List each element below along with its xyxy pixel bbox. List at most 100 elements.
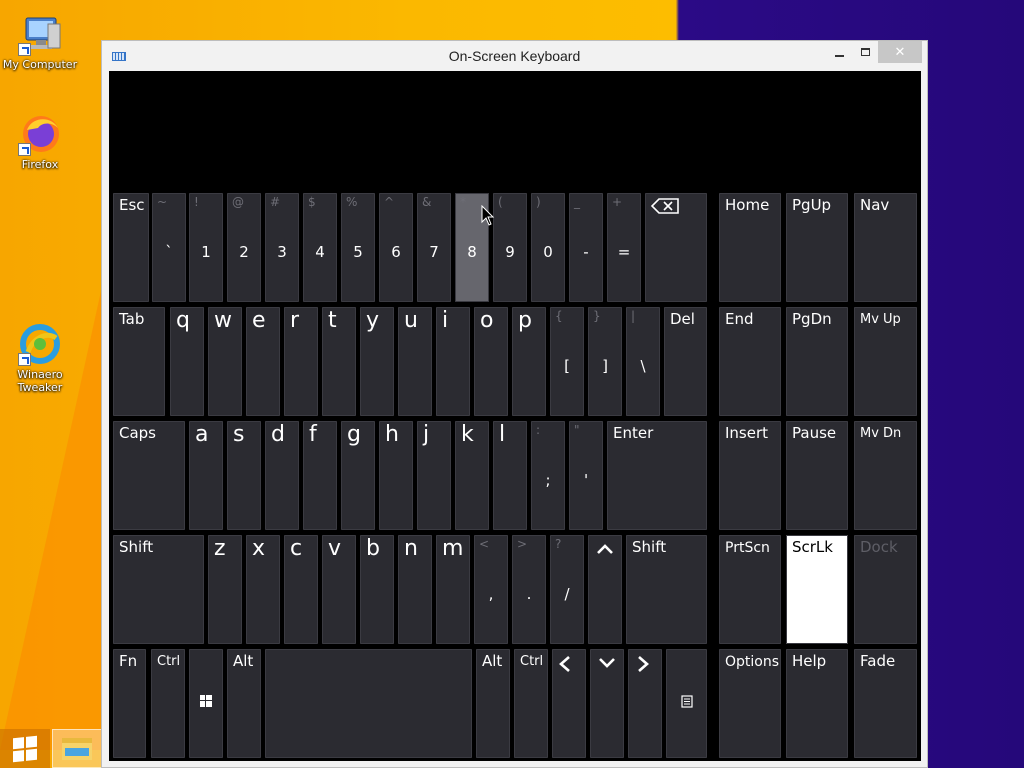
close-button[interactable]: ✕	[878, 41, 922, 63]
key-f[interactable]: f	[303, 421, 337, 530]
key-6[interactable]: ^ 6	[379, 193, 413, 302]
key-label: Del	[670, 310, 695, 328]
desktop-icon-firefox[interactable]: Firefox	[0, 112, 80, 171]
key-p[interactable]: p	[512, 307, 546, 416]
key-fn[interactable]: Fn	[113, 649, 146, 758]
key-label: r	[290, 308, 300, 333]
key-label: Pause	[792, 424, 837, 442]
key-left-bracket[interactable]: { [	[550, 307, 584, 416]
key-shift-label: _	[574, 195, 580, 209]
key-ctrl-right[interactable]: Ctrl	[514, 649, 548, 758]
key-y[interactable]: y	[360, 307, 394, 416]
key-insert[interactable]: Insert	[719, 421, 781, 530]
key-options[interactable]: Options	[719, 649, 781, 758]
key-9[interactable]: ( 9	[493, 193, 527, 302]
key-d[interactable]: d	[265, 421, 299, 530]
key-tab[interactable]: Tab	[113, 307, 165, 416]
key-scrlk[interactable]: ScrLk	[786, 535, 848, 644]
key-3[interactable]: # 3	[265, 193, 299, 302]
key-esc[interactable]: Esc	[113, 193, 149, 302]
key-5[interactable]: % 5	[341, 193, 375, 302]
key-mv-dn[interactable]: Mv Dn	[854, 421, 917, 530]
key-quote[interactable]: " '	[569, 421, 603, 530]
key-l[interactable]: l	[493, 421, 527, 530]
key-equals[interactable]: + =	[607, 193, 641, 302]
key-alt-right[interactable]: Alt	[476, 649, 510, 758]
key-0[interactable]: ) 0	[531, 193, 565, 302]
key-right-bracket[interactable]: } ]	[588, 307, 622, 416]
key-j[interactable]: j	[417, 421, 451, 530]
key-up-arrow[interactable]	[588, 535, 622, 644]
key-mv-up[interactable]: Mv Up	[854, 307, 917, 416]
key-7[interactable]: & 7	[417, 193, 451, 302]
key-pgup[interactable]: PgUp	[786, 193, 848, 302]
key-windows[interactable]	[189, 649, 223, 758]
key-fade[interactable]: Fade	[854, 649, 917, 758]
key-r[interactable]: r	[284, 307, 318, 416]
minimize-icon	[834, 55, 844, 57]
key-z[interactable]: z	[208, 535, 242, 644]
key-backslash[interactable]: | \	[626, 307, 660, 416]
key-2[interactable]: @ 2	[227, 193, 261, 302]
key-i[interactable]: i	[436, 307, 470, 416]
key-c[interactable]: c	[284, 535, 318, 644]
key-pause[interactable]: Pause	[786, 421, 848, 530]
key-v[interactable]: v	[322, 535, 356, 644]
key-alt-left[interactable]: Alt	[227, 649, 261, 758]
key-shift-label: }	[593, 309, 601, 323]
key-shift-left[interactable]: Shift	[113, 535, 204, 644]
desktop-icon-my-computer[interactable]: My Computer	[0, 12, 80, 71]
key-prtscn[interactable]: PrtScn	[719, 535, 781, 644]
key-down-arrow[interactable]	[590, 649, 624, 758]
key-h[interactable]: h	[379, 421, 413, 530]
key-backtick[interactable]: ~ `	[152, 193, 186, 302]
key-del[interactable]: Del	[664, 307, 707, 416]
key-label: -	[583, 243, 589, 261]
key-o[interactable]: o	[474, 307, 508, 416]
key-slash[interactable]: ? /	[550, 535, 584, 644]
key-left-arrow[interactable]	[552, 649, 586, 758]
key-shift-label: :	[536, 423, 541, 437]
key-pgdn[interactable]: PgDn	[786, 307, 848, 416]
key-k[interactable]: k	[455, 421, 489, 530]
key-4[interactable]: $ 4	[303, 193, 337, 302]
key-g[interactable]: g	[341, 421, 375, 530]
key-comma[interactable]: < ,	[474, 535, 508, 644]
minimize-button[interactable]	[826, 41, 852, 63]
key-period[interactable]: > .	[512, 535, 546, 644]
key-right-arrow[interactable]	[628, 649, 662, 758]
key-space[interactable]	[265, 649, 472, 758]
key-home[interactable]: Home	[719, 193, 781, 302]
key-semicolon[interactable]: : ;	[531, 421, 565, 530]
key-shift-right[interactable]: Shift	[626, 535, 707, 644]
start-button[interactable]	[0, 729, 50, 768]
key-a[interactable]: a	[189, 421, 223, 530]
key-e[interactable]: e	[246, 307, 280, 416]
key-shift-label: &	[422, 195, 432, 209]
key-menu[interactable]	[666, 649, 707, 758]
key-caps[interactable]: Caps	[113, 421, 185, 530]
key-nav[interactable]: Nav	[854, 193, 917, 302]
key-end[interactable]: End	[719, 307, 781, 416]
key-m[interactable]: m	[436, 535, 470, 644]
desktop-icon-winaero-tweaker[interactable]: Winaero Tweaker	[0, 322, 80, 394]
key-w[interactable]: w	[208, 307, 242, 416]
key-dock[interactable]: Dock	[854, 535, 917, 644]
key-t[interactable]: t	[322, 307, 356, 416]
key-s[interactable]: s	[227, 421, 261, 530]
key-backspace[interactable]	[645, 193, 707, 302]
key-1[interactable]: ! 1	[189, 193, 223, 302]
key-b[interactable]: b	[360, 535, 394, 644]
key-shift-label: !	[194, 195, 199, 209]
key-x[interactable]: x	[246, 535, 280, 644]
key-help[interactable]: Help	[786, 649, 848, 758]
maximize-button[interactable]	[852, 41, 878, 63]
key-enter[interactable]: Enter	[607, 421, 707, 530]
key-minus[interactable]: _ -	[569, 193, 603, 302]
key-label: b	[366, 536, 380, 561]
key-n[interactable]: n	[398, 535, 432, 644]
taskbar-file-explorer[interactable]	[52, 729, 102, 768]
key-u[interactable]: u	[398, 307, 432, 416]
key-ctrl-left[interactable]: Ctrl	[151, 649, 185, 758]
key-q[interactable]: q	[170, 307, 204, 416]
